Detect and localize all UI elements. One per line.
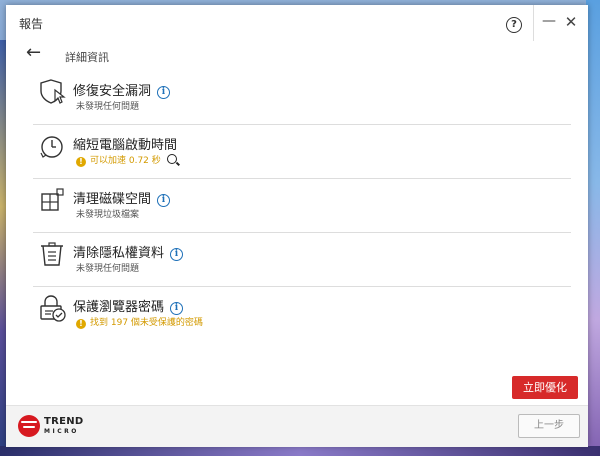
disk-grid-icon (41, 188, 64, 211)
item-title: 保護瀏覽器密碼 i (73, 296, 184, 315)
info-icon[interactable]: i (157, 86, 171, 99)
title-bar: 報告 ? — ✕ (6, 5, 588, 41)
item-title: 修復安全漏洞 i (73, 80, 171, 99)
lock-check-icon (40, 295, 66, 322)
item-status: 未發現垃圾檔案 (76, 210, 140, 220)
desktop-wallpaper-bottom (0, 446, 600, 456)
trend-micro-logo: TREND MICRO (18, 414, 98, 442)
item-title: 清除隱私權資料 i (73, 242, 184, 261)
item-title: 清理磁碟空間 i (73, 188, 171, 207)
list-item-security-vulnerabilities: 修復安全漏洞 i 未發現任何問題 (33, 71, 571, 125)
logo-text-micro: MICRO (44, 428, 79, 435)
item-status: 未發現任何問題 (76, 264, 140, 274)
search-icon[interactable] (166, 154, 177, 164)
item-status: ! 可以加速 0.72 秒 (76, 153, 177, 167)
warning-icon: ! (76, 157, 86, 167)
window-title: 報告 (19, 17, 44, 31)
previous-step-button[interactable]: 上一步 (518, 414, 580, 438)
stopwatch-icon (40, 136, 63, 158)
warning-icon: ! (76, 319, 86, 329)
list-item-privacy-data: 清除隱私權資料 i 未發現任何問題 (33, 233, 571, 287)
detail-list: 修復安全漏洞 i 未發現任何問題 縮短電腦啟動時間 ! 可以加速 0.72 秒 清理… (33, 71, 571, 340)
trend-micro-logo-icon (18, 415, 40, 437)
report-window: 報告 ? — ✕ ← 詳細資訊 修復安全漏洞 i 未發現任何問題 縮短電腦啟動時… (6, 5, 588, 447)
nav-bar: ← 詳細資訊 (6, 41, 588, 69)
info-icon[interactable]: i (170, 302, 184, 315)
minimize-button[interactable]: — (542, 13, 556, 31)
logo-text-trend: TREND (44, 416, 84, 427)
item-status: 未發現任何問題 (76, 102, 140, 112)
help-button[interactable]: ? (506, 17, 522, 33)
trash-bin-icon (41, 242, 63, 266)
titlebar-separator (533, 5, 534, 41)
back-arrow-button[interactable]: ← (26, 43, 41, 63)
page-title: 詳細資訊 (65, 51, 109, 64)
optimize-now-button[interactable]: 立即優化 (512, 376, 578, 399)
shield-cursor-icon (40, 79, 66, 104)
info-icon[interactable]: i (170, 248, 184, 261)
item-status: ! 找到 197 個未受保護的密碼 (76, 315, 203, 329)
close-button[interactable]: ✕ (564, 13, 578, 31)
item-title: 縮短電腦啟動時間 (73, 138, 178, 153)
footer-bar: TREND MICRO 上一步 (6, 405, 588, 447)
list-item-startup-time: 縮短電腦啟動時間 ! 可以加速 0.72 秒 (33, 125, 571, 179)
list-item-disk-space: 清理磁碟空間 i 未發現垃圾檔案 (33, 179, 571, 233)
desktop-wallpaper-right (586, 0, 600, 456)
info-icon[interactable]: i (157, 194, 171, 207)
list-item-browser-passwords: 保護瀏覽器密碼 i ! 找到 197 個未受保護的密碼 (33, 287, 571, 340)
